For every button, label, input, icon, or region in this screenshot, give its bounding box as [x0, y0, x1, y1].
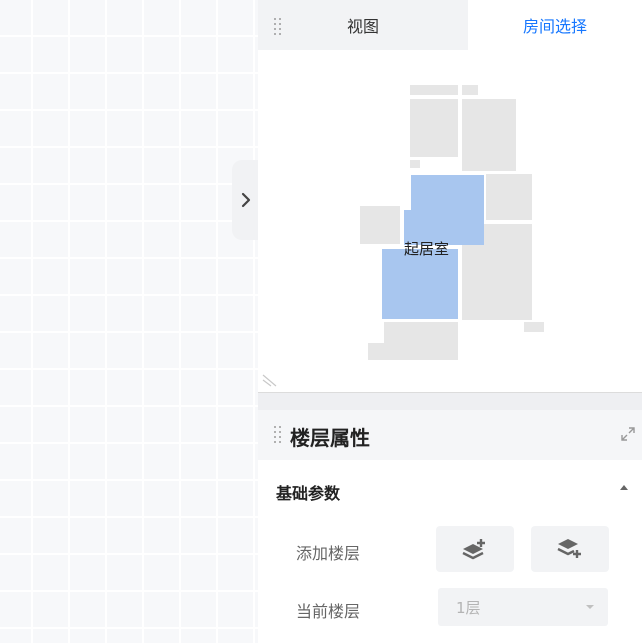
add-floor-label: 添加楼层 — [296, 544, 361, 563]
room[interactable] — [486, 174, 532, 220]
chevron-right-icon — [241, 192, 251, 208]
current-floor-label: 当前楼层 — [296, 602, 361, 621]
expand-icon[interactable] — [620, 426, 636, 442]
drag-grip-icon[interactable] — [274, 426, 282, 446]
panel-divider[interactable] — [258, 392, 642, 411]
tab-room-select-label: 房间选择 — [522, 17, 587, 36]
room[interactable] — [410, 85, 458, 95]
collapse-caret-icon[interactable] — [620, 485, 628, 490]
section-title: 基础参数 — [276, 484, 341, 503]
right-panel: 视图 房间选择 起居室 楼层属性 基础参数 添加楼层 当前楼层 1层 — [258, 0, 642, 643]
room[interactable] — [368, 343, 388, 360]
tab-bar: 视图 房间选择 — [258, 0, 642, 50]
collapse-panel-toggle[interactable] — [232, 160, 260, 240]
room[interactable] — [384, 322, 458, 360]
floor-properties-header: 楼层属性 — [258, 410, 642, 460]
tab-view-label: 视图 — [346, 17, 379, 36]
room[interactable] — [360, 206, 400, 244]
room[interactable] — [410, 160, 420, 168]
tab-view[interactable]: 视图 — [258, 0, 468, 50]
room[interactable] — [410, 99, 458, 157]
current-floor-select[interactable]: 1层 — [438, 588, 608, 626]
add-floor-above-button[interactable] — [436, 526, 514, 572]
current-floor-value: 1层 — [456, 598, 481, 617]
dropdown-caret-icon — [586, 605, 594, 609]
room[interactable] — [524, 322, 544, 332]
add-floor-below-button[interactable] — [531, 526, 609, 572]
tab-room-select[interactable]: 房间选择 — [468, 0, 642, 50]
room-living-room[interactable] — [382, 249, 458, 319]
room-label: 起居室 — [404, 240, 450, 258]
floor-properties-panel: 楼层属性 基础参数 添加楼层 当前楼层 1层 — [258, 410, 642, 643]
floorplan-viewport[interactable]: 起居室 — [258, 50, 642, 392]
room[interactable] — [462, 99, 516, 171]
resize-grip-icon[interactable] — [262, 371, 282, 387]
add-floor-above-icon — [462, 539, 485, 560]
room[interactable] — [462, 85, 478, 95]
floor-properties-title: 楼层属性 — [290, 426, 370, 450]
add-floor-below-icon — [557, 539, 581, 558]
